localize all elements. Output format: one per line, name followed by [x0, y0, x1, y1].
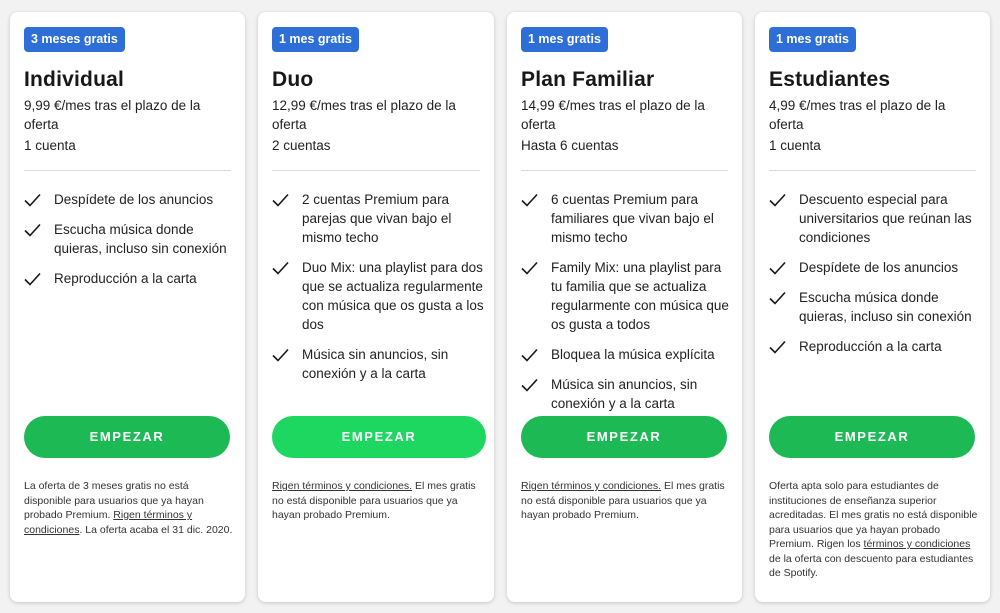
- fine-print-text: de la oferta con descuento para estudian…: [769, 552, 974, 580]
- checkmark-icon: [769, 193, 786, 207]
- start-button[interactable]: EMPEZAR: [769, 416, 975, 458]
- feature-item: Despídete de los anuncios: [24, 190, 235, 209]
- feature-text: Despídete de los anuncios: [799, 260, 959, 275]
- feature-item: Escucha música donde quieras, incluso si…: [769, 288, 980, 326]
- divider: [521, 170, 728, 171]
- feature-item: 6 cuentas Premium para familiares que vi…: [521, 190, 732, 247]
- checkmark-icon: [521, 193, 538, 207]
- checkmark-icon: [521, 261, 538, 275]
- feature-text: Escucha música donde quieras, incluso si…: [799, 290, 972, 324]
- feature-item: Family Mix: una playlist para tu familia…: [521, 258, 732, 334]
- feature-item: Música sin anuncios, sin conexión y a la…: [272, 345, 484, 383]
- feature-item: Despídete de los anuncios: [769, 258, 980, 277]
- feature-text: Duo Mix: una playlist para dos que se ac…: [302, 260, 484, 332]
- feature-item: Descuento especial para universitarios q…: [769, 190, 980, 247]
- feature-text: Reproducción a la carta: [54, 271, 197, 286]
- feature-item: Reproducción a la carta: [769, 337, 980, 356]
- checkmark-icon: [272, 193, 289, 207]
- plan-price: 9,99 €/mes tras el plazo de la oferta: [24, 98, 201, 132]
- plan-cards: 3 meses gratis Individual 9,99 €/mes tra…: [10, 12, 990, 602]
- fine-print: La oferta de 3 meses gratis no está disp…: [24, 479, 233, 537]
- checkmark-icon: [769, 291, 786, 305]
- plan-card-individual: 3 meses gratis Individual 9,99 €/mes tra…: [10, 12, 245, 602]
- plan-accounts: 1 cuenta: [24, 138, 76, 153]
- feature-text: 6 cuentas Premium para familiares que vi…: [551, 192, 714, 245]
- divider: [769, 170, 976, 171]
- checkmark-icon: [24, 193, 41, 207]
- plan-name: Plan Familiar: [521, 68, 655, 91]
- terms-link[interactable]: Rigen términos y condiciones.: [272, 480, 412, 492]
- fine-print-text: . La oferta acaba el 31 dic. 2020.: [79, 523, 233, 536]
- feature-item: Reproducción a la carta: [24, 269, 235, 288]
- feature-list: 2 cuentas Premium para parejas que vivan…: [272, 190, 484, 394]
- feature-item: 2 cuentas Premium para parejas que vivan…: [272, 190, 484, 247]
- checkmark-icon: [24, 272, 41, 286]
- feature-text: Música sin anuncios, sin conexión y a la…: [302, 347, 449, 381]
- checkmark-icon: [769, 340, 786, 354]
- checkmark-icon: [769, 261, 786, 275]
- feature-list: 6 cuentas Premium para familiares que vi…: [521, 190, 732, 424]
- feature-text: Descuento especial para universitarios q…: [799, 192, 972, 245]
- plan-card-duo: 1 mes gratis Duo 12,99 €/mes tras el pla…: [258, 12, 494, 602]
- feature-text: Reproducción a la carta: [799, 339, 942, 354]
- offer-badge: 1 mes gratis: [272, 27, 359, 52]
- plan-accounts: 1 cuenta: [769, 138, 821, 153]
- offer-badge: 1 mes gratis: [521, 27, 608, 52]
- feature-list: Despídete de los anuncios Escucha música…: [24, 190, 235, 299]
- start-button[interactable]: EMPEZAR: [272, 416, 486, 458]
- plan-accounts: 2 cuentas: [272, 138, 331, 153]
- plan-name: Duo: [272, 68, 314, 91]
- feature-text: Escucha música donde quieras, incluso si…: [54, 222, 227, 256]
- feature-text: 2 cuentas Premium para parejas que vivan…: [302, 192, 452, 245]
- fine-print: Rigen términos y condiciones. El mes gra…: [272, 479, 482, 523]
- plan-name: Estudiantes: [769, 68, 891, 91]
- plan-price: 4,99 €/mes tras el plazo de la oferta: [769, 98, 946, 132]
- fine-print: Rigen términos y condiciones. El mes gra…: [521, 479, 730, 523]
- checkmark-icon: [24, 223, 41, 237]
- plan-price: 14,99 €/mes tras el plazo de la oferta: [521, 98, 705, 132]
- feature-item: Música sin anuncios, sin conexión y a la…: [521, 375, 732, 413]
- start-button[interactable]: EMPEZAR: [24, 416, 230, 458]
- checkmark-icon: [521, 348, 538, 362]
- feature-text: Family Mix: una playlist para tu familia…: [551, 260, 729, 332]
- checkmark-icon: [272, 348, 289, 362]
- divider: [24, 170, 231, 171]
- feature-item: Duo Mix: una playlist para dos que se ac…: [272, 258, 484, 334]
- plan-price: 12,99 €/mes tras el plazo de la oferta: [272, 98, 456, 132]
- plan-card-students: 1 mes gratis Estudiantes 4,99 €/mes tras…: [755, 12, 990, 602]
- terms-link[interactable]: Rigen términos y condiciones.: [521, 480, 661, 492]
- checkmark-icon: [272, 261, 289, 275]
- feature-item: Bloquea la música explícita: [521, 345, 732, 364]
- plan-accounts: Hasta 6 cuentas: [521, 138, 619, 153]
- feature-list: Descuento especial para universitarios q…: [769, 190, 980, 367]
- fine-print: Oferta apta solo para estudiantes de ins…: [769, 479, 978, 581]
- offer-badge: 1 mes gratis: [769, 27, 856, 52]
- feature-text: Bloquea la música explícita: [551, 347, 715, 362]
- feature-text: Música sin anuncios, sin conexión y a la…: [551, 377, 698, 411]
- divider: [272, 170, 480, 171]
- feature-item: Escucha música donde quieras, incluso si…: [24, 220, 235, 258]
- checkmark-icon: [521, 378, 538, 392]
- plan-name: Individual: [24, 68, 125, 91]
- offer-badge: 3 meses gratis: [24, 27, 125, 52]
- start-button[interactable]: EMPEZAR: [521, 416, 727, 458]
- feature-text: Despídete de los anuncios: [54, 192, 214, 207]
- terms-link[interactable]: términos y condiciones: [864, 538, 971, 550]
- plan-card-family: 1 mes gratis Plan Familiar 14,99 €/mes t…: [507, 12, 742, 602]
